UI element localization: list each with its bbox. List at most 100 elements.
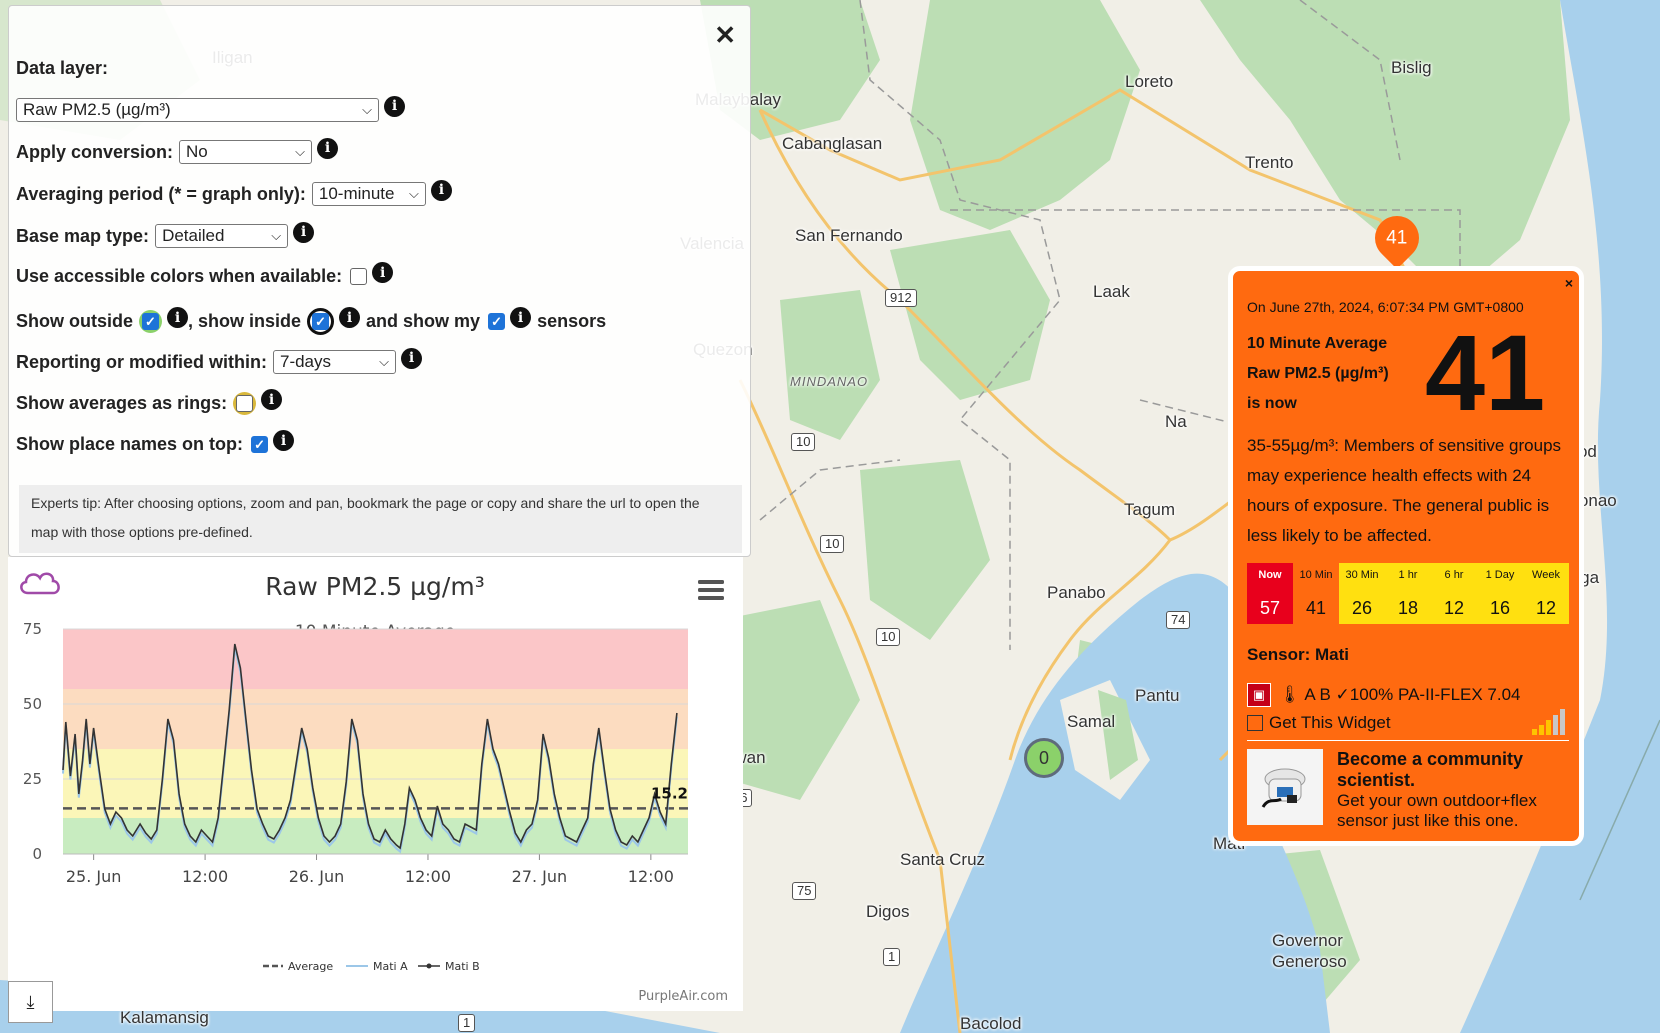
average-cell-value: 41: [1305, 598, 1327, 618]
x-tick-label: 12:00: [182, 867, 228, 886]
widget-icon: [1247, 715, 1263, 731]
get-widget-link[interactable]: Get This Widget: [1247, 713, 1391, 733]
chevron-down-icon: ⌵: [295, 144, 306, 159]
average-cell-label: Week: [1532, 569, 1560, 581]
options-close-button[interactable]: ✕: [714, 22, 736, 48]
chevron-down-icon: ⌵: [409, 186, 419, 201]
info-icon[interactable]: i: [273, 430, 295, 451]
place-names-checkbox[interactable]: ✓: [251, 436, 269, 453]
place-label: Bacolod: [960, 1014, 1022, 1033]
sensors-label: sensors: [537, 311, 607, 331]
route-shield: 10: [820, 535, 845, 553]
sensor-map-pin-value: 41: [1386, 227, 1408, 249]
average-cell-value: 12: [1443, 598, 1465, 618]
place-label: Santa Cruz: [900, 850, 986, 869]
legend-average[interactable]: Average: [288, 960, 333, 973]
info-icon[interactable]: i: [293, 221, 315, 243]
rings-label: Show averages as rings:: [16, 393, 228, 413]
sensor-ring-marker[interactable]: 0: [1024, 738, 1064, 778]
info-icon[interactable]: i: [167, 307, 188, 328]
average-cell-label: Now: [1258, 569, 1282, 581]
show-outside-checkbox[interactable]: ✓: [142, 313, 159, 330]
x-tick-label: 12:00: [405, 867, 451, 886]
pm25-chart[interactable]: Raw PM2.5 µg/m³ 10 Minute Average 025507…: [8, 557, 743, 1011]
average-cell-1-day: 1 Day 16: [1477, 563, 1523, 624]
chart-panel: Raw PM2.5 µg/m³ 10 Minute Average 025507…: [8, 557, 743, 1023]
rings-ring: [233, 392, 257, 415]
show-outside-ring: ✓: [139, 310, 162, 333]
base-map-select[interactable]: Detailed ⌵: [155, 224, 289, 248]
averaging-period-select[interactable]: 10-minute ⌵: [311, 182, 426, 206]
info-icon[interactable]: i: [430, 179, 452, 201]
download-icon: ⤓: [26, 991, 35, 1012]
popup-big-value: 41: [1425, 312, 1546, 433]
info-icon[interactable]: i: [317, 137, 339, 159]
info-icon[interactable]: i: [384, 95, 405, 117]
save-icon[interactable]: ▣: [1247, 683, 1271, 707]
place-label: Panabo: [1047, 583, 1106, 602]
average-cell-label: 6 hr: [1444, 569, 1464, 581]
average-cell-label: 30 Min: [1345, 569, 1379, 581]
place-label: Generoso: [1272, 952, 1347, 971]
place-label: Kalamansig: [120, 1008, 209, 1027]
chevron-down-icon: ⌵: [362, 102, 372, 117]
rings-checkbox[interactable]: [236, 395, 254, 412]
apply-conversion-select[interactable]: No ⌵: [179, 140, 313, 164]
route-shield: 1: [883, 948, 901, 966]
popup-description: 35-55µg/m³: Members of sensitive groups …: [1247, 436, 1562, 545]
legend-mati-b[interactable]: Mati B: [445, 960, 480, 973]
get-widget-label: Get This Widget: [1269, 713, 1391, 732]
legend-mati-a[interactable]: Mati A: [373, 960, 408, 973]
sensor-product-image[interactable]: [1247, 749, 1323, 825]
route-shield: 912: [885, 289, 917, 307]
info-icon[interactable]: i: [261, 389, 283, 410]
place-label: Laak: [1093, 282, 1130, 301]
chart-band-3: [63, 629, 688, 689]
x-tick-label: 27. Jun: [512, 867, 568, 886]
show-inside-checkbox[interactable]: ✓: [312, 313, 330, 330]
info-icon[interactable]: i: [339, 307, 361, 328]
route-shield: 74: [1166, 611, 1191, 629]
x-tick-label: 12:00: [628, 867, 674, 886]
legend-mati-b-marker: [426, 963, 432, 969]
info-icon[interactable]: i: [372, 262, 394, 283]
place-label: Tagum: [1124, 500, 1176, 519]
community-promo[interactable]: Become a community scientist. Get your o…: [1337, 749, 1569, 831]
base-map-row: Base map type: Detailed ⌵ i: [16, 221, 315, 248]
average-cell-value: 18: [1397, 598, 1419, 618]
sensor-meta: 🌡 A B ✓100% PA-II-FLEX 7.04: [1279, 685, 1521, 704]
average-cell-label: 1 Day: [1485, 569, 1515, 581]
info-icon[interactable]: i: [510, 307, 532, 328]
reporting-value: 7-days: [279, 352, 332, 371]
sensor-popup: × On June 27th, 2024, 6:07:34 PM GMT+080…: [1228, 266, 1584, 846]
place-label: Cabanglasan: [782, 134, 883, 153]
chart-credit[interactable]: PurpleAir.com: [638, 989, 728, 1004]
sensor-ring-marker-value: 0: [1038, 747, 1049, 768]
averaging-period-row: Averaging period (* = graph only): 10-mi…: [16, 179, 452, 206]
sensor-meta-row: ▣ 🌡 A B ✓100% PA-II-FLEX 7.04: [1247, 683, 1521, 707]
accessible-colors-checkbox[interactable]: [350, 268, 368, 285]
average-cell-value: 16: [1489, 598, 1511, 618]
chevron-down-icon: ⌵: [379, 354, 389, 369]
reporting-select[interactable]: 7-days ⌵: [272, 350, 396, 374]
data-layer-select[interactable]: Raw PM2.5 (µg/m³) ⌵: [16, 98, 379, 122]
data-layer-select-row: Raw PM2.5 (µg/m³) ⌵ i: [16, 95, 405, 122]
info-icon[interactable]: i: [400, 347, 422, 369]
popup-close-button[interactable]: ×: [1565, 275, 1573, 291]
y-tick-label: 0: [32, 845, 42, 863]
place-label: Governor: [1272, 931, 1343, 950]
averaging-period-value: 10-minute: [318, 184, 395, 203]
download-button[interactable]: ⤓: [8, 981, 53, 1023]
route-shield: 10: [791, 433, 816, 451]
route-shield: 1: [458, 1014, 476, 1032]
average-cell-now: Now 57: [1247, 563, 1293, 624]
region-label: MINDANAO: [790, 374, 869, 389]
accessible-colors-label: Use accessible colors when available:: [16, 266, 343, 286]
place-label: San Fernando: [795, 226, 903, 245]
show-outside-label: Show outside: [16, 311, 133, 331]
show-my-checkbox[interactable]: ✓: [488, 313, 506, 330]
signal-strength-icon: [1530, 709, 1565, 735]
place-label: Samal: [1067, 712, 1116, 731]
route-shield: 75: [792, 882, 817, 900]
reporting-row: Reporting or modified within: 7-days ⌵ i: [16, 347, 422, 374]
